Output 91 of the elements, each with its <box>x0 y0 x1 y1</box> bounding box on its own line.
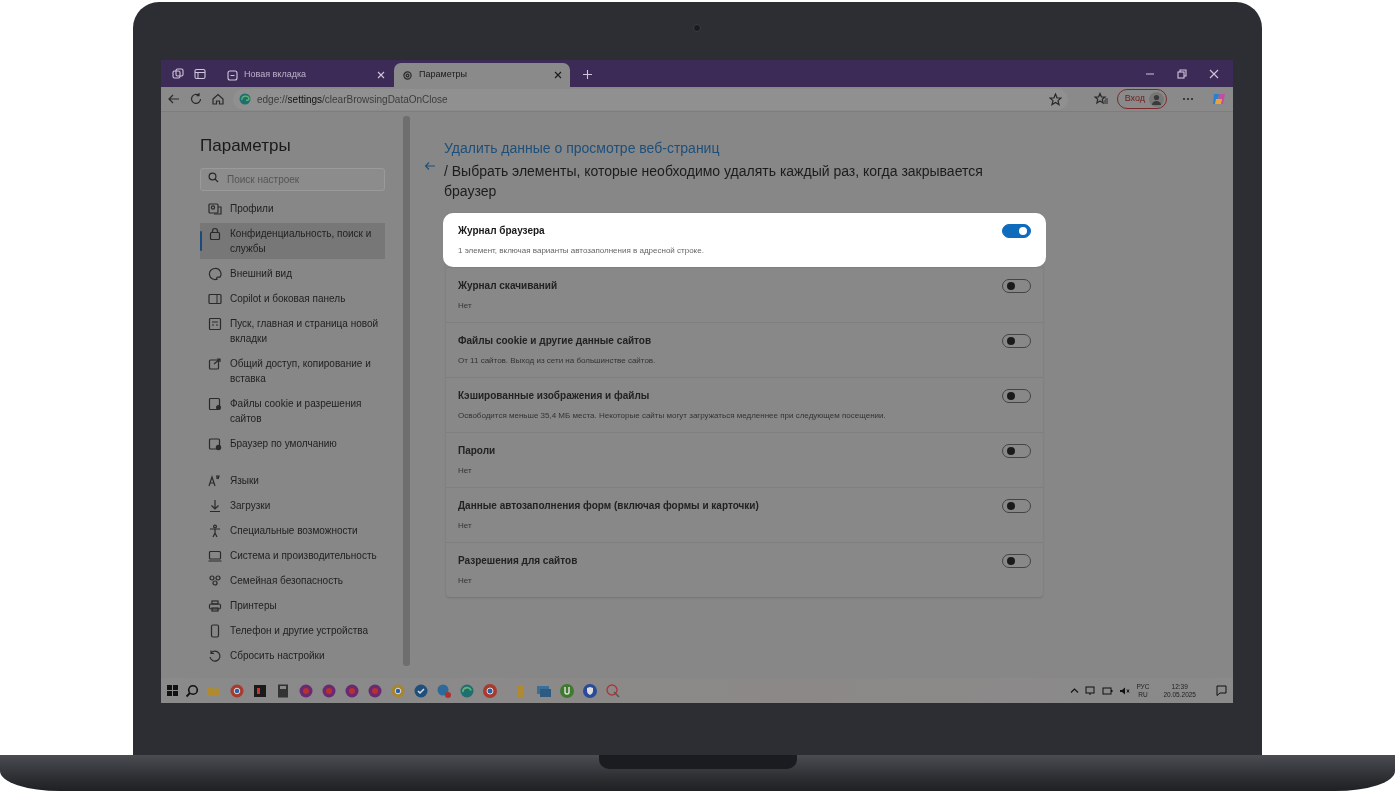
checkmark-app-icon[interactable] <box>413 682 429 699</box>
browser-tab[interactable]: Параметры <box>394 63 570 87</box>
page-title: / Выбрать элементы, которые необходимо удалять каждый раз, когда закрывается браузер <box>444 162 984 201</box>
option-title: Журнал браузера <box>458 224 546 238</box>
close-icon[interactable] <box>554 71 562 79</box>
printer-icon <box>208 598 222 613</box>
chevron-up-icon[interactable] <box>1070 686 1080 695</box>
chrome-icon[interactable] <box>229 682 245 699</box>
network-icon[interactable] <box>1085 685 1097 696</box>
option-description: Нет <box>458 520 473 532</box>
search-icon[interactable] <box>185 683 199 698</box>
workspaces-icon[interactable] <box>172 68 184 80</box>
address-field[interactable]: edge://settings/clearBrowsingDataOnClose <box>233 88 1068 110</box>
record-icon[interactable] <box>321 682 337 699</box>
browser-tab[interactable]: Новая вкладка <box>219 63 393 87</box>
home-icon[interactable] <box>211 92 225 106</box>
sidebar-item[interactable]: Пуск, главная и страница новой вкладки <box>200 313 385 350</box>
option-description: От 11 сайтов. Выход из сети на большинстве сайтов. <box>458 355 656 367</box>
breadcrumb-link[interactable]: Удалить данные о просмотре веб-страниц <box>444 138 720 159</box>
option-title: Данные автозаполнения форм (включая формы и карточки) <box>458 499 759 513</box>
sidebar-item[interactable]: Принтеры <box>200 595 385 617</box>
lock-icon <box>208 226 222 241</box>
url-text: edge://settings/clearBrowsingDataOnClose <box>257 92 448 107</box>
sidebar-item[interactable]: Внешний вид <box>200 263 385 285</box>
reset-icon <box>208 648 222 663</box>
new-tab-plus-icon[interactable] <box>581 68 593 80</box>
sidebar-item[interactable]: Общий доступ, копирование и вставка <box>200 353 385 390</box>
download-icon <box>208 498 222 513</box>
option-description: Нет <box>458 465 473 477</box>
sidebar-item[interactable]: Браузер по умолчанию <box>200 433 385 455</box>
app-icon[interactable] <box>252 682 268 699</box>
sidebar-item[interactable]: Языки <box>200 470 385 492</box>
cookie-icon <box>208 396 222 411</box>
phone-icon <box>208 623 222 638</box>
option-title: Кэшированные изображения и файлы <box>458 389 651 403</box>
restore-icon[interactable] <box>1177 68 1187 79</box>
settings-icon <box>402 69 413 81</box>
language-icon <box>208 473 222 488</box>
sign-in-button[interactable]: Вход <box>1116 89 1167 109</box>
start-page-icon <box>208 316 222 331</box>
scrollbar[interactable] <box>403 116 410 666</box>
refresh-icon[interactable] <box>189 92 203 106</box>
back-icon[interactable] <box>167 92 181 106</box>
chrome-icon[interactable] <box>482 682 498 699</box>
torrent-icon[interactable] <box>559 682 575 699</box>
start-icon[interactable] <box>167 685 178 696</box>
sidebar-item[interactable]: Конфиденциальность, поиск и службы <box>200 223 385 260</box>
favorites-icon[interactable] <box>1093 92 1109 106</box>
record-icon[interactable] <box>344 682 360 699</box>
option-description: Нет <box>458 575 473 587</box>
edge-logo-icon <box>239 93 251 105</box>
sidebar-item[interactable]: Семейная безопасность <box>200 570 385 592</box>
accessibility-icon <box>208 523 222 538</box>
browser-icon <box>208 436 222 451</box>
settings-title: Параметры <box>200 136 292 157</box>
sidebar-icon <box>208 291 222 306</box>
sidebar-item[interactable]: Телефон и другие устройства <box>200 620 385 642</box>
sidebar-item[interactable]: Профили <box>200 198 385 220</box>
option-title: Пароли <box>458 444 496 458</box>
new-tab-icon <box>227 69 238 81</box>
option-description: Освободится меньше 35,4 МБ места. Некоторые сайты могут загружаться медленнее при следующем посещении. <box>458 410 886 422</box>
profile-icon <box>208 201 222 216</box>
edge-icon[interactable] <box>459 682 475 699</box>
sidebar-item[interactable]: Файлы cookie и разрешения сайтов <box>200 393 385 430</box>
chrome-icon[interactable] <box>390 682 406 699</box>
battery-icon[interactable] <box>1102 685 1114 696</box>
favorite-star-icon[interactable] <box>1048 92 1062 106</box>
palette-icon <box>208 266 222 281</box>
sidebar-item[interactable]: Сбросить настройки <box>200 645 385 667</box>
calculator-icon[interactable] <box>275 682 291 699</box>
option-title: Разрешения для сайтов <box>458 554 578 568</box>
notification-icon[interactable] <box>1216 685 1227 696</box>
share-icon <box>208 356 222 371</box>
toggle-switch[interactable] <box>1002 224 1031 238</box>
sidebar-item[interactable]: Загрузки <box>200 495 385 517</box>
sidebar-item[interactable]: Copilot и боковая панель <box>200 288 385 310</box>
sidebar-item[interactable]: Система и производительность <box>200 545 385 567</box>
record-icon[interactable] <box>298 682 314 699</box>
avatar-icon <box>1149 91 1164 107</box>
option-description: Нет <box>458 300 473 312</box>
webcam-dot <box>693 24 701 32</box>
laptop-icon <box>208 548 222 563</box>
record-icon[interactable] <box>367 682 383 699</box>
option-title: Файлы cookie и другие данные сайтов <box>458 334 653 348</box>
shield-icon[interactable] <box>582 682 598 699</box>
family-icon <box>208 573 222 588</box>
tab-actions-icon[interactable] <box>194 68 206 80</box>
option-description: 1 элемент, включая варианты автозаполнения в адресной строке. <box>458 245 704 257</box>
speaker-icon[interactable] <box>1119 685 1131 696</box>
option-title: Журнал скачиваний <box>458 279 558 293</box>
sidebar-item[interactable]: Специальные возможности <box>200 520 385 542</box>
